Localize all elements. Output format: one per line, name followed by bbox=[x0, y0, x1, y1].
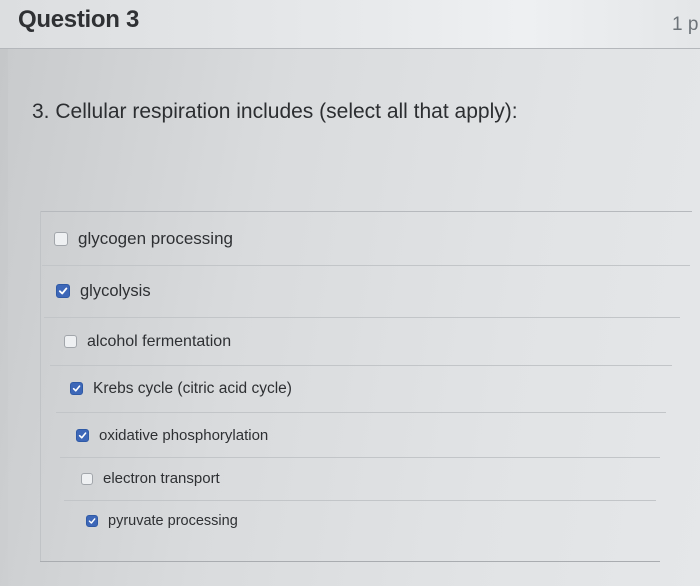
check-icon bbox=[58, 287, 68, 295]
answer-option[interactable]: glycogen processing bbox=[54, 229, 233, 248]
checkbox-unchecked[interactable] bbox=[54, 232, 68, 246]
checkbox-checked[interactable] bbox=[70, 381, 83, 395]
answer-option-label: oxidative phosphorylation bbox=[99, 426, 269, 444]
answer-option[interactable]: electron transport bbox=[81, 470, 220, 487]
answer-divider bbox=[64, 500, 656, 501]
checkbox-checked[interactable] bbox=[86, 515, 98, 527]
answer-option-label: electron transport bbox=[103, 470, 220, 487]
answers-left-border bbox=[40, 211, 41, 561]
answer-option-label: alcohol fermentation bbox=[87, 332, 232, 350]
answers-bottom-divider bbox=[40, 561, 660, 562]
answer-option[interactable]: glycolysis bbox=[56, 282, 151, 300]
checkbox-checked[interactable] bbox=[56, 284, 70, 298]
answer-option-label: glycolysis bbox=[80, 282, 151, 300]
answer-option[interactable]: alcohol fermentation bbox=[64, 332, 232, 350]
check-icon bbox=[78, 431, 87, 439]
answer-divider bbox=[42, 265, 690, 266]
answer-option-label: pyruvate processing bbox=[108, 513, 238, 529]
answer-option[interactable]: pyruvate processing bbox=[86, 513, 238, 529]
answers-top-divider bbox=[40, 211, 692, 212]
answer-option-label: Krebs cycle (citric acid cycle) bbox=[93, 379, 292, 397]
answer-option[interactable]: Krebs cycle (citric acid cycle) bbox=[70, 379, 292, 397]
question-prompt: 3. Cellular respiration includes (select… bbox=[32, 100, 518, 123]
check-icon bbox=[88, 518, 96, 524]
checkbox-unchecked[interactable] bbox=[81, 473, 93, 485]
answer-divider bbox=[60, 457, 660, 458]
question-title: Question 3 bbox=[18, 6, 140, 33]
question-header: Question 3 1 p bbox=[0, 0, 700, 49]
check-icon bbox=[72, 384, 81, 392]
checkbox-unchecked[interactable] bbox=[64, 334, 77, 348]
answer-divider bbox=[50, 365, 672, 366]
checkbox-checked[interactable] bbox=[76, 428, 89, 442]
answer-option[interactable]: oxidative phosphorylation bbox=[76, 426, 269, 444]
answer-option-label: glycogen processing bbox=[78, 229, 233, 248]
answer-divider bbox=[44, 317, 680, 318]
answer-divider bbox=[56, 412, 666, 413]
question-points: 1 p bbox=[672, 14, 699, 35]
